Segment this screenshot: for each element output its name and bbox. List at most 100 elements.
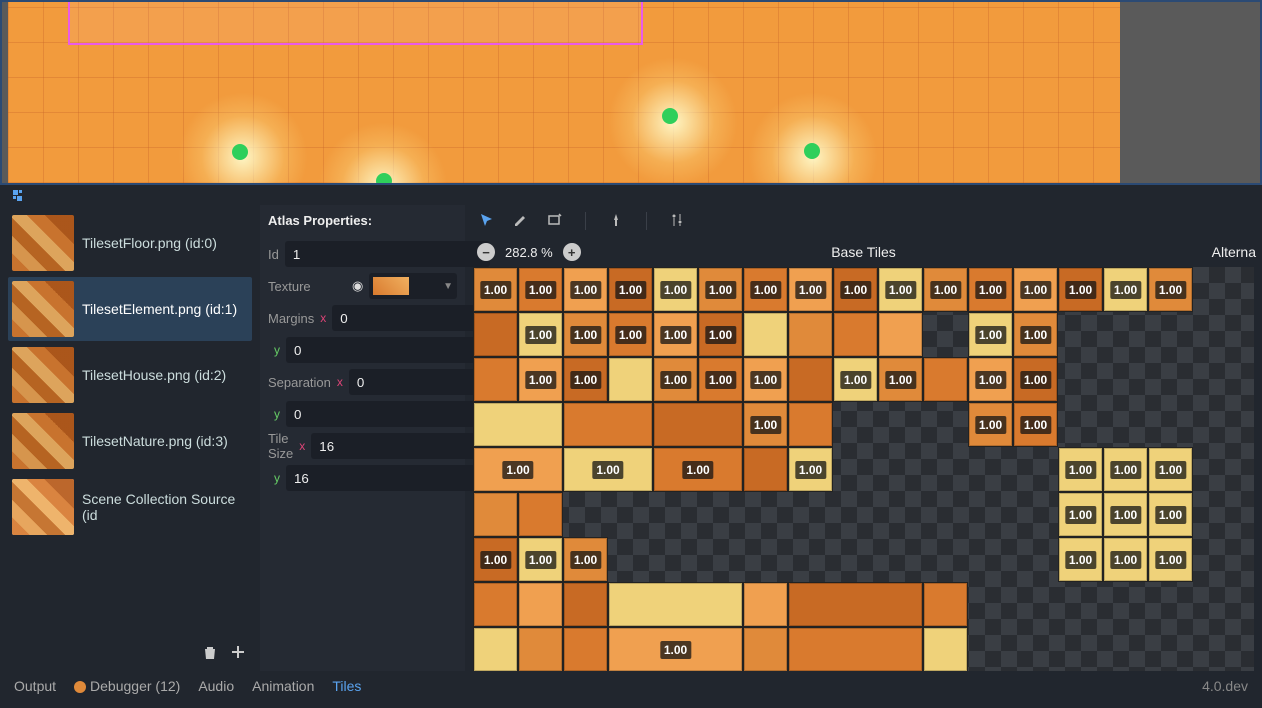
tiles-tab[interactable]: Tiles <box>332 678 361 694</box>
source-item[interactable]: TilesetElement.png (id:1) <box>8 277 252 341</box>
atlas-tile[interactable]: 1.00 <box>1013 357 1058 402</box>
rect-tool[interactable] <box>547 212 563 231</box>
atlas-tile[interactable] <box>923 582 968 627</box>
atlas-tile[interactable] <box>923 627 968 671</box>
atlas-tile[interactable]: 1.00 <box>743 267 788 312</box>
atlas-tile[interactable]: 1.00 <box>563 312 608 357</box>
node-handle[interactable] <box>376 173 392 185</box>
atlas-tile[interactable] <box>563 402 653 447</box>
atlas-tile[interactable]: 1.00 <box>878 267 923 312</box>
atlas-tile[interactable]: 1.00 <box>1103 447 1148 492</box>
atlas-tile[interactable] <box>518 582 563 627</box>
source-list[interactable]: TilesetFloor.png (id:0) TilesetElement.p… <box>0 205 260 638</box>
atlas-tile[interactable]: 1.00 <box>473 537 518 582</box>
zoom-in-button[interactable]: + <box>563 243 581 261</box>
tile-h-input[interactable]: ▲▼ <box>286 465 491 491</box>
output-tab[interactable]: Output <box>14 678 56 694</box>
delete-source-button[interactable] <box>202 644 218 665</box>
atlas-tile[interactable]: 1.00 <box>563 537 608 582</box>
atlas-tile[interactable]: 1.00 <box>968 357 1013 402</box>
atlas-tile[interactable] <box>788 312 833 357</box>
atlas-tile[interactable]: 1.00 <box>1148 447 1193 492</box>
atlas-tile[interactable] <box>743 627 788 671</box>
atlas-tile[interactable] <box>473 582 518 627</box>
atlas-tile[interactable] <box>473 357 518 402</box>
atlas-tile[interactable]: 1.00 <box>1058 492 1103 537</box>
atlas-tile[interactable]: 1.00 <box>563 267 608 312</box>
zoom-out-button[interactable]: − <box>477 243 495 261</box>
atlas-tile[interactable]: 1.00 <box>968 267 1013 312</box>
atlas-tile[interactable]: 1.00 <box>518 267 563 312</box>
atlas-tile[interactable]: 1.00 <box>968 312 1013 357</box>
viewport-2d[interactable] <box>0 0 1262 185</box>
debugger-tab[interactable]: Debugger (12) <box>74 678 180 694</box>
atlas-tile[interactable] <box>563 627 608 671</box>
select-tool[interactable] <box>479 212 495 231</box>
atlas-tile[interactable]: 1.00 <box>653 267 698 312</box>
atlas-tile[interactable]: 1.00 <box>833 357 878 402</box>
atlas-tile[interactable] <box>788 627 923 671</box>
atlas-tile[interactable] <box>518 492 563 537</box>
atlas-tile[interactable]: 1.00 <box>1013 402 1058 447</box>
atlas-tile[interactable]: 1.00 <box>1058 267 1103 312</box>
atlas-tile[interactable]: 1.00 <box>1148 267 1193 312</box>
tileset-panel-icon[interactable] <box>0 185 1262 205</box>
atlas-tile[interactable]: 1.00 <box>923 267 968 312</box>
atlas-tile[interactable]: 1.00 <box>1103 267 1148 312</box>
picker-tool[interactable] <box>608 212 624 231</box>
atlas-tile[interactable]: 1.00 <box>833 267 878 312</box>
atlas-tile[interactable] <box>743 582 788 627</box>
atlas-tile[interactable] <box>788 402 833 447</box>
atlas-tile[interactable] <box>518 627 563 671</box>
atlas-tile[interactable]: 1.00 <box>878 357 923 402</box>
atlas-tile[interactable]: 1.00 <box>653 312 698 357</box>
atlas-tile[interactable]: 1.00 <box>473 447 563 492</box>
atlas-tile[interactable] <box>473 312 518 357</box>
atlas-view[interactable]: 1.001.001.001.001.001.001.001.001.001.00… <box>473 267 1254 671</box>
atlas-tile[interactable] <box>608 357 653 402</box>
atlas-tile[interactable] <box>743 447 788 492</box>
atlas-tile[interactable] <box>833 312 878 357</box>
margins-y-input[interactable]: ▲▼ <box>286 337 491 363</box>
atlas-tile[interactable]: 1.00 <box>563 357 608 402</box>
paint-tool[interactable] <box>513 212 529 231</box>
atlas-tile[interactable]: 1.00 <box>1103 492 1148 537</box>
zoom-value[interactable]: 282.8 % <box>505 245 553 260</box>
atlas-tile[interactable]: 1.00 <box>1058 447 1103 492</box>
atlas-tile[interactable]: 1.00 <box>518 537 563 582</box>
atlas-tile[interactable] <box>473 627 518 671</box>
atlas-tile[interactable]: 1.00 <box>1013 267 1058 312</box>
atlas-tile[interactable]: 1.00 <box>788 447 833 492</box>
atlas-tile[interactable]: 1.00 <box>608 267 653 312</box>
settings-tool[interactable] <box>669 212 685 231</box>
atlas-tile[interactable]: 1.00 <box>1103 537 1148 582</box>
atlas-tile[interactable]: 1.00 <box>698 267 743 312</box>
atlas-tile[interactable]: 1.00 <box>653 357 698 402</box>
atlas-tile[interactable]: 1.00 <box>653 447 743 492</box>
atlas-tile[interactable]: 1.00 <box>518 312 563 357</box>
separation-y-input[interactable]: ▲▼ <box>286 401 491 427</box>
atlas-tile[interactable]: 1.00 <box>1148 537 1193 582</box>
atlas-tile[interactable] <box>788 582 923 627</box>
tilemap-canvas[interactable] <box>8 2 1120 183</box>
source-item[interactable]: TilesetHouse.png (id:2) <box>8 343 252 407</box>
node-handle[interactable] <box>662 108 678 124</box>
source-item[interactable]: TilesetNature.png (id:3) <box>8 409 252 473</box>
atlas-tile[interactable]: 1.00 <box>743 357 788 402</box>
id-input[interactable]: ▲▼ <box>285 241 490 267</box>
node-handle[interactable] <box>232 144 248 160</box>
atlas-tile[interactable] <box>743 312 788 357</box>
atlas-tile[interactable]: 1.00 <box>968 402 1013 447</box>
atlas-tile[interactable]: 1.00 <box>743 402 788 447</box>
atlas-tile[interactable] <box>608 582 743 627</box>
atlas-tile[interactable]: 1.00 <box>608 627 743 671</box>
atlas-tile[interactable]: 1.00 <box>518 357 563 402</box>
atlas-tile[interactable]: 1.00 <box>1013 312 1058 357</box>
audio-tab[interactable]: Audio <box>198 678 234 694</box>
add-source-button[interactable] <box>230 644 246 665</box>
atlas-tile[interactable] <box>653 402 743 447</box>
source-item[interactable]: TilesetFloor.png (id:0) <box>8 211 252 275</box>
texture-picker[interactable]: ▼ <box>369 273 457 299</box>
atlas-tile[interactable] <box>473 492 518 537</box>
atlas-tile[interactable]: 1.00 <box>788 267 833 312</box>
